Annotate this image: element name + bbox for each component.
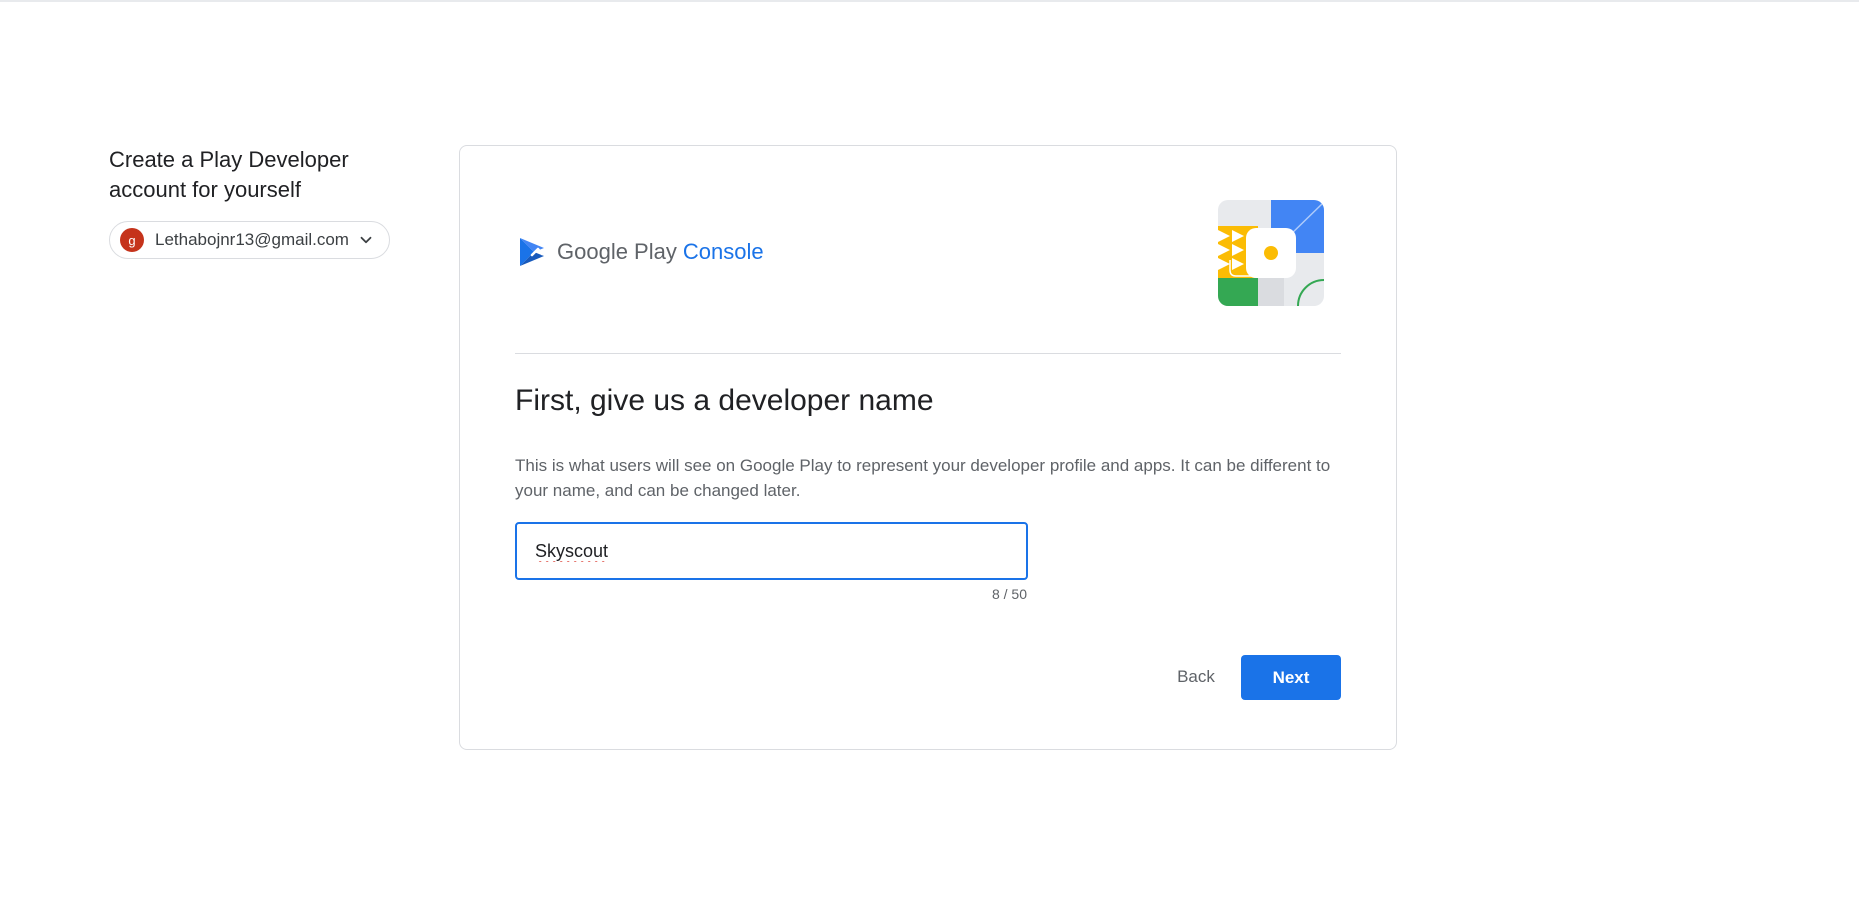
account-sidebar: Create a Play Developer account for your…	[109, 145, 409, 259]
avatar: g	[120, 228, 144, 252]
brand-google-play: Google Play	[557, 239, 677, 264]
google-play-console-logo: Google Play Console	[517, 235, 764, 269]
account-switcher[interactable]: g Lethabojnr13@gmail.com	[109, 221, 390, 259]
chevron-down-icon	[357, 231, 375, 249]
setup-card: Google Play Console First, give us a dev…	[459, 145, 1397, 750]
developer-name-input[interactable]	[515, 522, 1028, 580]
description-text: This is what users will see on Google Pl…	[515, 456, 1331, 500]
header-divider	[515, 353, 1341, 354]
sidebar-title: Create a Play Developer account for your…	[109, 147, 349, 202]
brand-console: Console	[682, 239, 764, 264]
account-email: Lethabojnr13@gmail.com	[155, 230, 349, 249]
top-divider	[0, 0, 1859, 2]
next-button[interactable]: Next	[1241, 655, 1341, 700]
character-counter: 8 / 50	[991, 586, 1027, 602]
play-console-illustration	[1218, 200, 1324, 306]
page-title: First, give us a developer name	[515, 384, 934, 417]
play-console-icon	[520, 238, 549, 266]
back-button[interactable]: Back	[1161, 655, 1231, 699]
